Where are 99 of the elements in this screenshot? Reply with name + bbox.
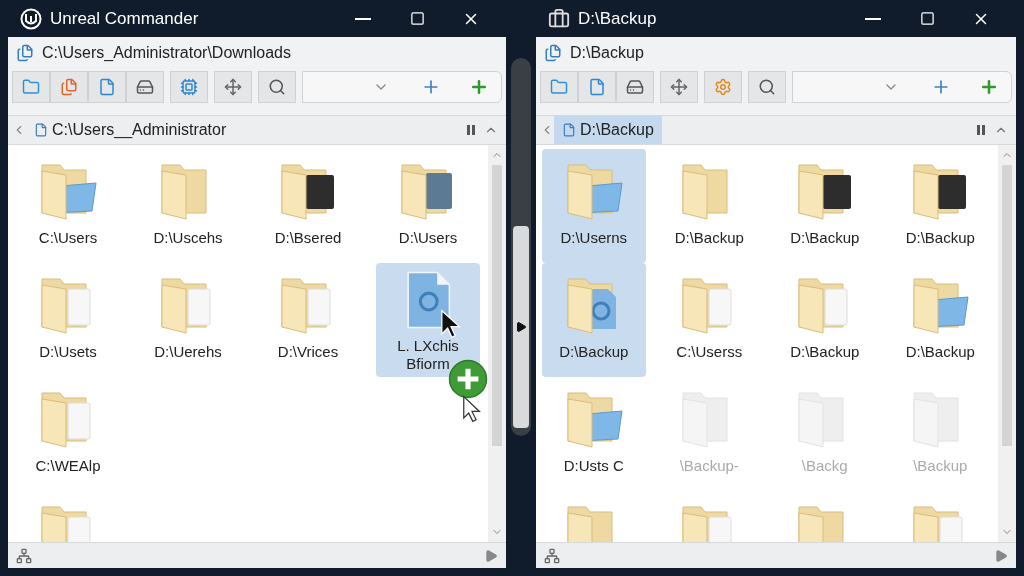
file-tile[interactable]: D:\Vrices: [256, 263, 360, 377]
toolbar-button[interactable]: [126, 71, 164, 103]
tree-icon: [16, 547, 32, 564]
file-tile[interactable]: C:\Users: [16, 149, 120, 263]
file-name: D:\Uscehs: [153, 229, 223, 247]
scrollbar[interactable]: [488, 145, 506, 542]
page-icon: [588, 78, 606, 96]
add-icon: [469, 77, 489, 97]
file-name: \Backup-: [679, 457, 739, 475]
toolbar-button[interactable]: [258, 71, 296, 103]
file-name: D:\Vrices: [277, 343, 339, 361]
folder-icon: [550, 78, 568, 96]
scroll-right-icon: [484, 548, 498, 563]
chip-icon: [180, 78, 198, 96]
path-icon: [544, 44, 562, 62]
file-tile[interactable]: D:\Uscehs: [136, 149, 240, 263]
file-tile[interactable]: D:\Backup: [888, 149, 993, 263]
file-tile[interactable]: D:\Userns: [541, 149, 646, 263]
file-name: L. LXchis Bfiorm: [397, 337, 459, 373]
file-name: D:\Users: [398, 229, 458, 247]
file-name: D:\Backup: [559, 343, 629, 361]
folder-icon: [22, 78, 40, 96]
file-tile[interactable]: D:\Bsered: [256, 149, 360, 263]
file-name: D:\Usets: [39, 343, 97, 361]
pages-icon: [60, 78, 78, 96]
file-name: \Backg: [801, 457, 848, 475]
drive-icon: [136, 78, 154, 96]
splitter-arrow-icon: [515, 321, 527, 333]
scrollbar-thumb[interactable]: [1002, 165, 1012, 446]
pause-icon: [466, 124, 476, 136]
maximize-icon: [919, 11, 935, 26]
minimize-icon: [355, 17, 371, 20]
toolbar-button[interactable]: [88, 71, 126, 103]
cursor-icon: [462, 395, 482, 423]
file-tile[interactable]: D:\Backup: [657, 149, 762, 263]
toolbar-button[interactable]: [660, 71, 698, 103]
toolbar-button[interactable]: [540, 71, 578, 103]
tab-icon: [562, 123, 576, 137]
pause-icon: [976, 124, 986, 136]
arrows-icon: [670, 78, 688, 96]
toolbar-button[interactable]: [170, 71, 208, 103]
settings-icon: [714, 78, 732, 96]
toolbar-button[interactable]: [578, 71, 616, 103]
toolbar-button[interactable]: [616, 71, 654, 103]
file-name: D:\Bsered: [274, 229, 342, 247]
current-path: D:\Backup: [570, 43, 644, 63]
path-tab[interactable]: D:\Backup: [554, 116, 662, 144]
file-name: D:\Userns: [560, 229, 628, 247]
arrows-icon: [224, 78, 242, 96]
file-tile[interactable]: D:\Backup: [772, 149, 877, 263]
minimize-icon: [865, 17, 881, 20]
cursor-icon: [440, 309, 462, 339]
toolbar-button[interactable]: [50, 71, 88, 103]
splitter-handle[interactable]: [511, 58, 531, 436]
file-tile[interactable]: D:\Usets: [16, 263, 120, 377]
filter-dropdown[interactable]: [302, 71, 502, 103]
file-tile[interactable]: D:\Users: [376, 149, 480, 263]
maximize-icon: [409, 11, 425, 26]
file-name: D:\Backup: [905, 229, 975, 247]
drive-icon: [626, 78, 644, 96]
search-icon: [758, 78, 776, 96]
file-name: D:\Backup: [905, 343, 975, 361]
file-name: C:\Userss: [676, 343, 743, 361]
toolbar-button[interactable]: [214, 71, 252, 103]
file-name: \Backup: [913, 457, 968, 475]
path-icon: [16, 44, 34, 62]
file-name: C:\WEAlp: [35, 457, 101, 475]
scrollbar[interactable]: [998, 145, 1016, 542]
file-tile[interactable]: D:Usts C: [541, 377, 646, 491]
window-title: Unreal Commander: [50, 7, 200, 30]
page-icon: [98, 78, 116, 96]
file-name: D:Usts C: [563, 457, 624, 475]
file-name: C:\Users: [38, 229, 98, 247]
case-icon: [548, 7, 570, 30]
filter-dropdown[interactable]: [792, 71, 1012, 103]
file-tile[interactable]: D:\Backup: [888, 263, 993, 377]
window-title: D:\Backup: [578, 7, 658, 30]
tab-icon: [34, 123, 48, 137]
file-name: D:\Backup: [674, 229, 744, 247]
toolbar-button[interactable]: [12, 71, 50, 103]
scrollbar-thumb[interactable]: [492, 165, 502, 446]
file-tile[interactable]: D:\Backup: [541, 263, 646, 377]
file-tile[interactable]: C:\WEAlp: [16, 377, 120, 491]
file-tile[interactable]: C:\Userss: [657, 263, 762, 377]
current-path: C:\Users_Administrator\Downloads: [42, 43, 291, 63]
tree-icon: [544, 547, 560, 564]
add-icon: [979, 77, 999, 97]
search-icon: [268, 78, 286, 96]
document-icon: [404, 271, 452, 329]
file-tile[interactable]: L. LXchis Bfiorm: [376, 263, 480, 377]
file-name: D:\Uerehs: [154, 343, 222, 361]
toolbar-button[interactable]: [748, 71, 786, 103]
file-name: D:\Backup: [790, 343, 860, 361]
scroll-right-icon: [994, 548, 1008, 563]
file-name: D:\Backup: [790, 229, 860, 247]
app-logo-icon: [20, 7, 42, 30]
file-tile[interactable]: D:\Backup: [772, 263, 877, 377]
toolbar-button[interactable]: [704, 71, 742, 103]
file-tile[interactable]: D:\Uerehs: [136, 263, 240, 377]
